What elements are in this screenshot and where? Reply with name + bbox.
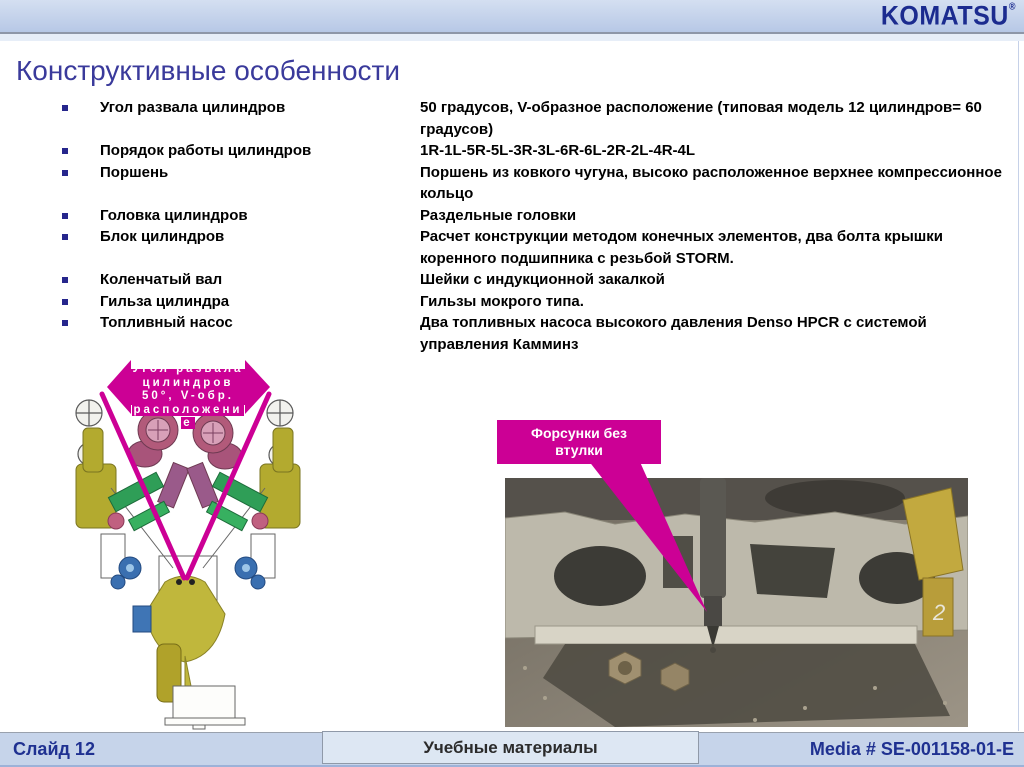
feature-row: Головка цилиндров Раздельные головки bbox=[62, 205, 1014, 227]
bank-angle-label-line: расположени bbox=[131, 403, 245, 416]
engine-diagram: Угол развала цилиндров 50°, V-обр. распо… bbox=[73, 356, 303, 730]
feature-term: Поршень bbox=[100, 163, 169, 181]
presentation-slide: KOMATSU® Конструктивные особенности Угол… bbox=[0, 0, 1024, 767]
slide-number: Слайд 12 bbox=[13, 739, 95, 759]
bullet-icon bbox=[62, 148, 68, 154]
feature-desc: Поршень из ковкого чугуна, высоко распол… bbox=[420, 163, 1002, 203]
feature-desc: 50 градусов, V-образное расположение (ти… bbox=[420, 99, 982, 138]
feature-desc: 1R-1L-5R-5L-3R-3L-6R-6L-2R-2L-4R-4L bbox=[420, 142, 696, 159]
feature-desc: Два топливных насоса высокого давления D… bbox=[420, 314, 927, 353]
injector-callout-line: втулки bbox=[555, 442, 603, 458]
bullet-icon bbox=[62, 298, 68, 305]
bullet-icon bbox=[62, 169, 68, 176]
injector-callout: Форсунки без втулки bbox=[497, 420, 661, 464]
footer-center-box: Учебные материалы bbox=[322, 731, 699, 764]
header-substrip bbox=[0, 34, 1024, 41]
bank-angle-label-line: е bbox=[181, 417, 195, 429]
bank-angle-label-line: цилиндров bbox=[142, 376, 234, 389]
header-band bbox=[0, 0, 1024, 32]
bank-angle-label: Угол развала цилиндров 50°, V-обр. распо… bbox=[73, 363, 303, 431]
media-id: Media # SE-001158-01-E bbox=[809, 739, 1014, 759]
bullet-icon bbox=[62, 212, 68, 219]
komatsu-logo: KOMATSU® bbox=[880, 0, 1016, 32]
feature-term: Блок цилиндров bbox=[100, 228, 225, 245]
feature-desc: Гильзы мокрого типа. bbox=[420, 292, 584, 310]
feature-row: Гильза цилиндра Гильзы мокрого типа. bbox=[62, 291, 1014, 313]
bullet-icon bbox=[62, 234, 68, 240]
feature-row: Порядок работы цилиндров 1R-1L-5R-5L-3R-… bbox=[62, 140, 1014, 162]
feature-row: Топливный насос Два топливных насоса выс… bbox=[62, 312, 1014, 355]
feature-row: Коленчатый вал Шейки с индукционной зака… bbox=[62, 269, 1014, 291]
feature-list: Угол развала цилиндров 50 градусов, V-об… bbox=[62, 97, 1014, 355]
page-title: Конструктивные особенности bbox=[16, 55, 400, 86]
feature-term: Порядок работы цилиндров bbox=[100, 142, 312, 159]
injector-callout-line: Форсунки без bbox=[531, 425, 627, 441]
bullet-icon bbox=[62, 277, 68, 283]
feature-term: Коленчатый вал bbox=[100, 271, 223, 288]
svg-text:2: 2 bbox=[932, 600, 945, 625]
feature-term: Топливный насос bbox=[100, 314, 233, 331]
bullet-icon bbox=[62, 105, 68, 111]
bullet-icon bbox=[62, 320, 68, 326]
registered-mark: ® bbox=[1008, 0, 1016, 12]
bank-angle-label-line: 50°, V-обр. bbox=[142, 390, 234, 402]
feature-desc: Шейки с индукционной закалкой bbox=[420, 271, 665, 288]
feature-row: Блок цилиндров Расчет конструкции методо… bbox=[62, 226, 1014, 269]
feature-desc: Раздельные головки bbox=[420, 206, 577, 224]
bank-angle-label-line: Угол развала bbox=[132, 363, 244, 375]
feature-desc: Расчет конструкции методом конечных элем… bbox=[420, 228, 943, 267]
feature-row: Поршень Поршень из ковкого чугуна, высок… bbox=[62, 162, 1014, 205]
slide-right-border bbox=[1018, 41, 1019, 731]
feature-term: Гильза цилиндра bbox=[100, 292, 230, 310]
feature-term: Головка цилиндров bbox=[100, 206, 248, 224]
feature-row: Угол развала цилиндров 50 градусов, V-об… bbox=[62, 97, 1014, 140]
feature-term: Угол развала цилиндров bbox=[100, 99, 286, 116]
